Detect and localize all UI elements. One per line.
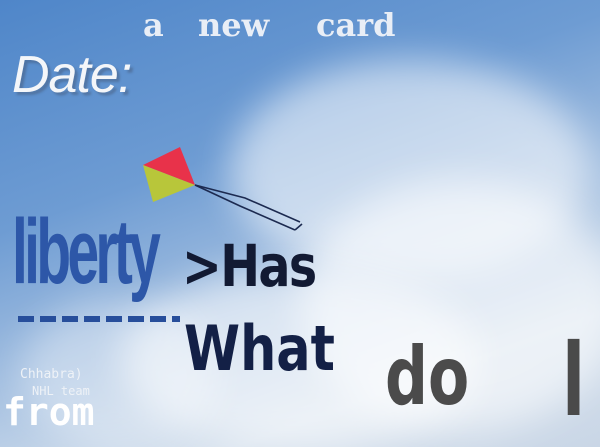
footer-chhabra: Chhabra) bbox=[20, 367, 83, 382]
word-do: do bbox=[385, 330, 470, 423]
title-word-a: a bbox=[143, 6, 164, 44]
liberty-underline bbox=[18, 316, 180, 322]
word-liberty: liberty bbox=[12, 201, 161, 303]
word-i: I bbox=[562, 318, 586, 440]
word-what: What bbox=[184, 312, 335, 385]
footer-from: from bbox=[3, 390, 95, 434]
date-label: Date: bbox=[12, 46, 132, 104]
title-word-new: new bbox=[198, 6, 270, 44]
card-canvas: a new card Date: liberty >Has What do I … bbox=[0, 0, 600, 447]
word-has: >Has bbox=[182, 232, 317, 300]
title-word-card: card bbox=[316, 6, 396, 44]
kite-icon bbox=[143, 147, 303, 231]
